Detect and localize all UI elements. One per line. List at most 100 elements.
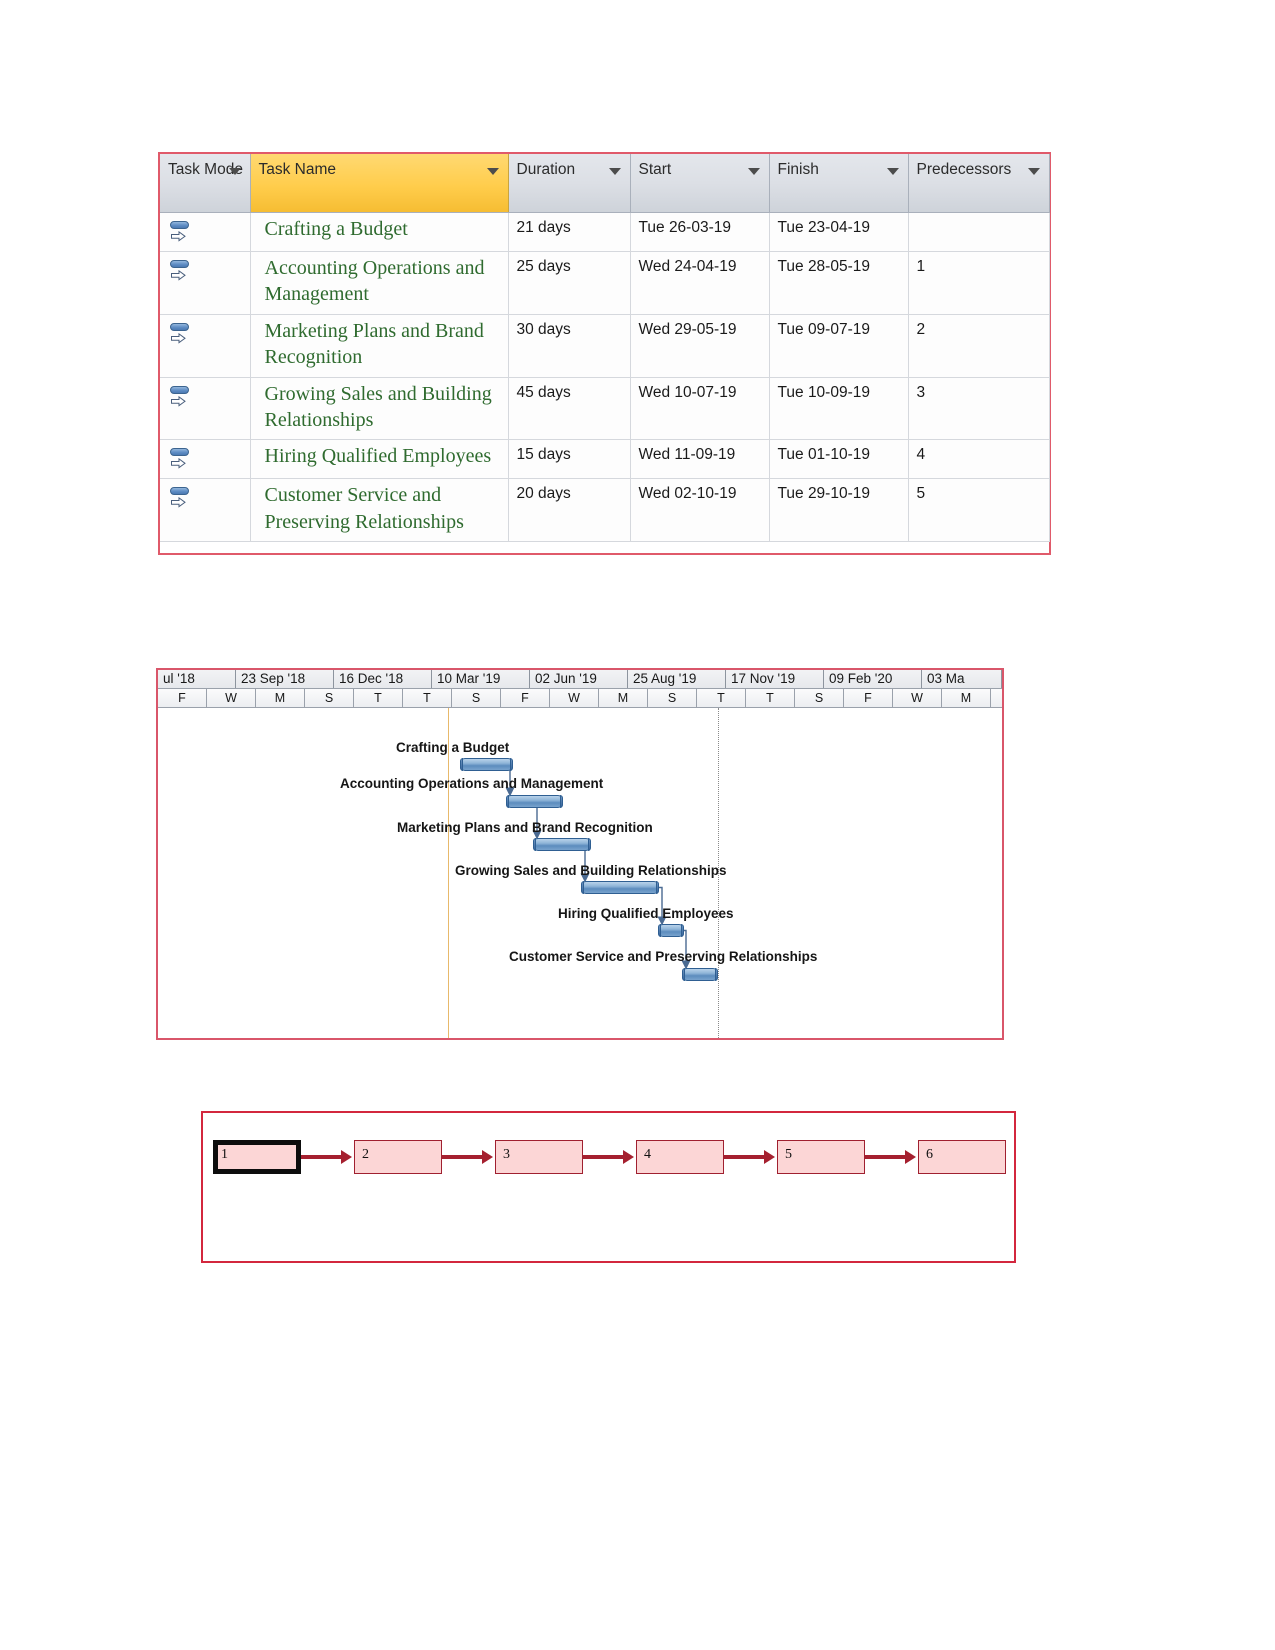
cell-predecessors[interactable] <box>908 212 1050 252</box>
gantt-bar[interactable] <box>533 838 591 851</box>
cell-duration[interactable]: 20 days <box>508 478 631 543</box>
cell-task-name[interactable]: Marketing Plans and Brand Recognition <box>250 314 509 378</box>
column-header-label: Task Name <box>258 161 337 178</box>
filter-dropdown-arrow-icon[interactable] <box>747 168 760 175</box>
timeline-day-cell: W <box>207 689 256 707</box>
timeline-month-cell: 09 Feb '20 <box>824 670 922 688</box>
timeline-day-cell: F <box>501 689 550 707</box>
arrow-head-icon <box>905 1150 916 1164</box>
auto-schedule-icon <box>169 219 195 245</box>
cell-finish[interactable]: Tue 28-05-19 <box>769 251 909 315</box>
network-node[interactable]: 2 <box>354 1140 442 1174</box>
network-node[interactable]: 3 <box>495 1140 583 1174</box>
arrow-head-icon <box>764 1150 775 1164</box>
cell-duration[interactable]: 30 days <box>508 314 631 378</box>
cell-start[interactable]: Wed 24-04-19 <box>630 251 770 315</box>
cell-start[interactable]: Wed 10-07-19 <box>630 377 770 441</box>
network-node[interactable]: 5 <box>777 1140 865 1174</box>
cell-duration[interactable]: 25 days <box>508 251 631 315</box>
cell-duration[interactable]: 45 days <box>508 377 631 441</box>
cell-task-name[interactable]: Customer Service and Preserving Relation… <box>250 478 509 543</box>
filter-dropdown-arrow-icon[interactable] <box>1027 168 1040 175</box>
cell-task-name[interactable]: Hiring Qualified Employees <box>250 439 509 480</box>
table-row[interactable]: Accounting Operations and Management 25 d… <box>160 251 1050 315</box>
column-header-duration[interactable]: Duration <box>508 154 631 213</box>
gantt-bar[interactable] <box>658 924 684 937</box>
cell-predecessors[interactable]: 5 <box>908 478 1050 543</box>
cell-start[interactable]: Wed 29-05-19 <box>630 314 770 378</box>
cell-predecessors[interactable]: 2 <box>908 314 1050 378</box>
task-table-panel: Task Mode Task Name Duration Start Finis… <box>158 152 1051 555</box>
timeline-day-cell: F <box>844 689 893 707</box>
column-header-start[interactable]: Start <box>630 154 770 213</box>
cell-task-name[interactable]: Accounting Operations and Management <box>250 251 509 315</box>
network-connector-arrow <box>583 1150 634 1164</box>
gantt-timeline-days: FWMSTTSFWMSTTSFWM <box>158 689 1002 708</box>
network-node-label: 3 <box>503 1147 510 1162</box>
cell-finish[interactable]: Tue 23-04-19 <box>769 212 909 252</box>
table-row[interactable]: Customer Service and Preserving Relation… <box>160 478 1050 543</box>
table-row[interactable]: Hiring Qualified Employees 15 days Wed 11-… <box>160 439 1050 480</box>
cell-predecessors[interactable]: 3 <box>908 377 1050 441</box>
network-node[interactable]: 4 <box>636 1140 724 1174</box>
cell-predecessors[interactable]: 4 <box>908 439 1050 480</box>
table-row[interactable]: Growing Sales and Building Relationships… <box>160 377 1050 441</box>
network-connector-arrow <box>301 1150 352 1164</box>
timeline-month-cell: 17 Nov '19 <box>726 670 824 688</box>
cell-task-mode[interactable] <box>160 212 251 252</box>
cell-task-name[interactable]: Growing Sales and Building Relationships <box>250 377 509 441</box>
timeline-day-cell: S <box>452 689 501 707</box>
cell-start[interactable]: Wed 02-10-19 <box>630 478 770 543</box>
timeline-month-cell: 10 Mar '19 <box>432 670 530 688</box>
network-node-label: 5 <box>785 1147 792 1162</box>
timeline-month-cell: ul '18 <box>158 670 236 688</box>
timeline-day-cell: W <box>893 689 942 707</box>
column-header-label: Finish <box>777 161 819 178</box>
column-header-predecessors[interactable]: Predecessors <box>908 154 1050 213</box>
cell-start[interactable]: Tue 26-03-19 <box>630 212 770 252</box>
timeline-day-cell: W <box>550 689 599 707</box>
cell-start[interactable]: Wed 11-09-19 <box>630 439 770 480</box>
gantt-bar[interactable] <box>682 968 718 981</box>
column-header-task-mode[interactable]: Task Mode <box>160 154 251 213</box>
table-header-row: Task Mode Task Name Duration Start Finis… <box>160 154 1050 213</box>
gantt-chart-panel: ul '18 23 Sep '18 16 Dec '18 10 Mar '19 02 J… <box>156 668 1004 1040</box>
cell-task-mode[interactable] <box>160 377 251 441</box>
network-node-strip: 1 2 3 4 5 6 <box>213 1129 1008 1179</box>
timeline-day-cell: M <box>599 689 648 707</box>
cell-finish[interactable]: Tue 29-10-19 <box>769 478 909 543</box>
gantt-bar[interactable] <box>506 795 563 808</box>
gantt-bar-label: Hiring Qualified Employees <box>558 906 734 921</box>
cell-task-name[interactable]: Crafting a Budget <box>250 212 509 252</box>
filter-dropdown-arrow-icon[interactable] <box>228 168 241 175</box>
column-header-finish[interactable]: Finish <box>769 154 909 213</box>
gantt-bar[interactable] <box>581 881 659 894</box>
network-node[interactable]: 6 <box>918 1140 1006 1174</box>
column-header-label: Start <box>638 161 672 178</box>
cell-task-mode[interactable] <box>160 439 251 480</box>
cell-finish[interactable]: Tue 01-10-19 <box>769 439 909 480</box>
timeline-day-cell: T <box>746 689 795 707</box>
network-node[interactable]: 1 <box>213 1140 301 1174</box>
cell-task-mode[interactable] <box>160 478 251 543</box>
gantt-bar[interactable] <box>460 758 513 771</box>
table-row[interactable]: Crafting a Budget 21 days Tue 26-03-19 Tue … <box>160 212 1050 252</box>
cell-finish[interactable]: Tue 10-09-19 <box>769 377 909 441</box>
column-header-task-name[interactable]: Task Name <box>250 154 509 213</box>
cell-predecessors[interactable]: 1 <box>908 251 1050 315</box>
auto-schedule-icon <box>169 446 195 472</box>
gantt-bar-label: Customer Service and Preserving Relation… <box>509 949 818 964</box>
cell-task-mode[interactable] <box>160 314 251 378</box>
cell-finish[interactable]: Tue 09-07-19 <box>769 314 909 378</box>
timeline-month-cell: 03 Ma <box>922 670 1002 688</box>
filter-dropdown-arrow-icon[interactable] <box>608 168 621 175</box>
timeline-month-cell: 23 Sep '18 <box>236 670 334 688</box>
network-connector-arrow <box>724 1150 775 1164</box>
timeline-day-cell: S <box>648 689 697 707</box>
table-row[interactable]: Marketing Plans and Brand Recognition 30 … <box>160 314 1050 378</box>
filter-dropdown-arrow-icon[interactable] <box>486 168 499 175</box>
cell-duration[interactable]: 21 days <box>508 212 631 252</box>
filter-dropdown-arrow-icon[interactable] <box>886 168 899 175</box>
cell-duration[interactable]: 15 days <box>508 439 631 480</box>
cell-task-mode[interactable] <box>160 251 251 315</box>
